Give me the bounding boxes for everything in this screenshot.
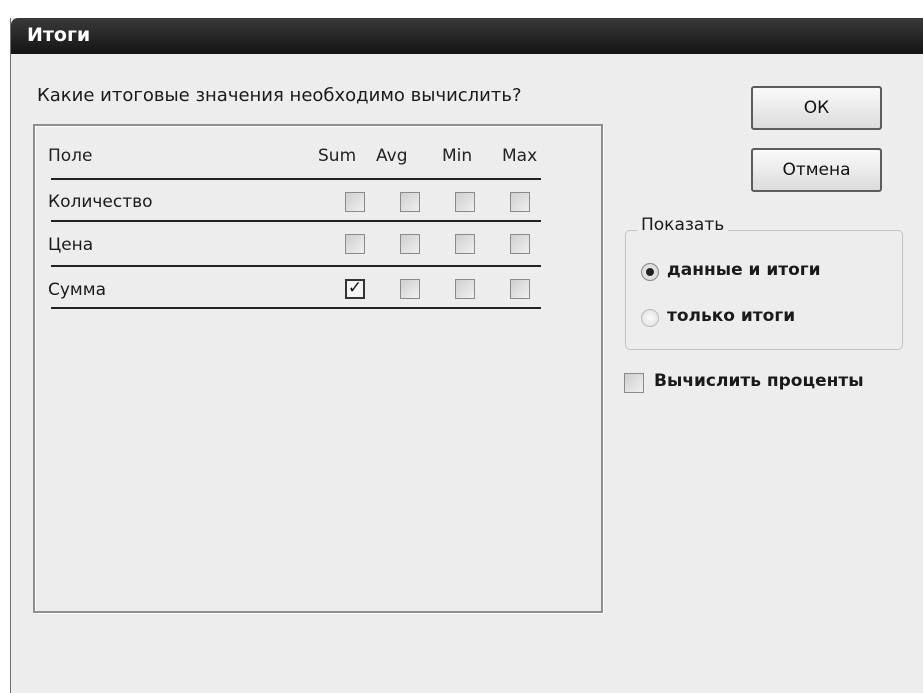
header-divider (51, 178, 541, 180)
column-header-min: Min (442, 146, 473, 166)
row-divider (51, 265, 541, 267)
checkbox-total-min[interactable] (455, 279, 475, 299)
radio-data-and-totals[interactable] (641, 263, 659, 281)
row-label-price: Цена (48, 235, 94, 255)
checkbox-total-max[interactable] (510, 279, 530, 299)
checkbox-price-sum[interactable] (345, 234, 365, 254)
ok-button[interactable]: ОК (751, 86, 882, 130)
column-header-max: Max (502, 146, 538, 166)
column-header-field: Поле (48, 146, 93, 166)
radio-data-and-totals-label[interactable]: данные и итоги (667, 260, 821, 280)
window-title: Итоги (27, 24, 91, 46)
checkbox-quantity-min[interactable] (455, 192, 475, 212)
row-label-total: Сумма (48, 280, 106, 300)
checkbox-quantity-max[interactable] (510, 192, 530, 212)
show-group (625, 230, 903, 350)
row-divider (51, 220, 541, 222)
checkbox-price-min[interactable] (455, 234, 475, 254)
question-label: Какие итоговые значения необходимо вычис… (37, 85, 522, 106)
checkbox-price-avg[interactable] (400, 234, 420, 254)
checkbox-total-sum[interactable]: ✓ (345, 279, 365, 299)
show-group-legend: Показать (637, 215, 729, 235)
radio-totals-only-label[interactable]: только итоги (667, 306, 795, 326)
calculate-percent-checkbox[interactable] (624, 373, 644, 393)
radio-totals-only[interactable] (641, 309, 659, 327)
totals-dialog: Итоги Какие итоговые значения необходимо… (10, 18, 923, 693)
row-label-quantity: Количество (48, 192, 153, 212)
column-header-sum: Sum (318, 146, 357, 166)
cancel-button[interactable]: Отмена (751, 148, 882, 192)
radio-selected-dot (646, 268, 654, 276)
row-divider (51, 307, 541, 309)
checkbox-quantity-sum[interactable] (345, 192, 365, 212)
calculate-percent-label[interactable]: Вычислить проценты (654, 371, 864, 391)
checkbox-total-avg[interactable] (400, 279, 420, 299)
title-bar[interactable]: Итоги (11, 18, 923, 54)
checkbox-quantity-avg[interactable] (400, 192, 420, 212)
checkbox-price-max[interactable] (510, 234, 530, 254)
column-header-avg: Avg (376, 146, 408, 166)
